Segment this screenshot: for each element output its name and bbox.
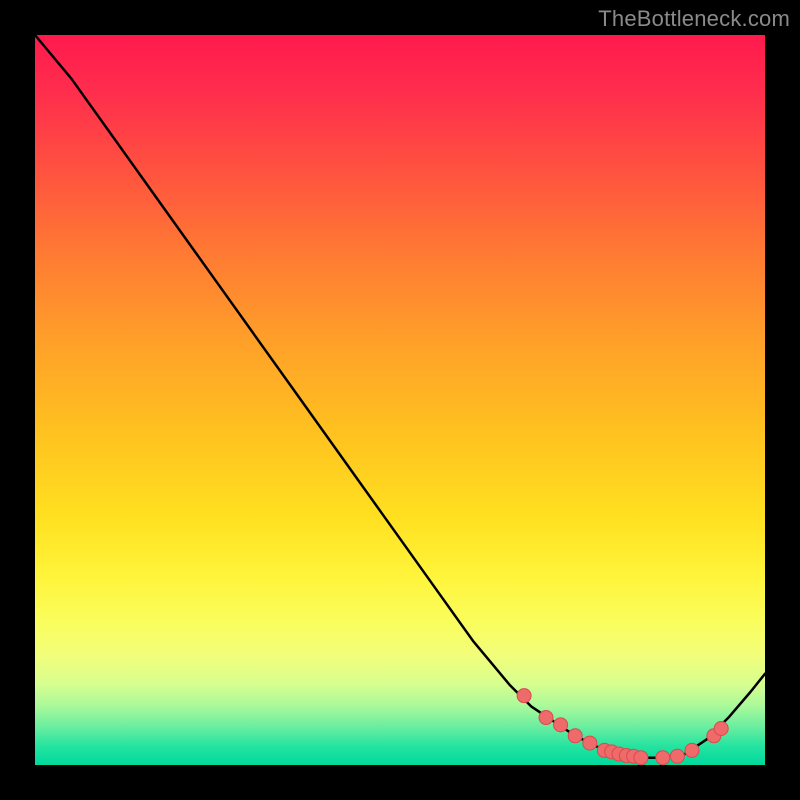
watermark-text: TheBottleneck.com <box>598 6 790 32</box>
curve-points <box>517 689 728 765</box>
chart-plot <box>35 35 765 765</box>
curve-line <box>35 35 765 758</box>
chart-container: TheBottleneck.com <box>0 0 800 800</box>
